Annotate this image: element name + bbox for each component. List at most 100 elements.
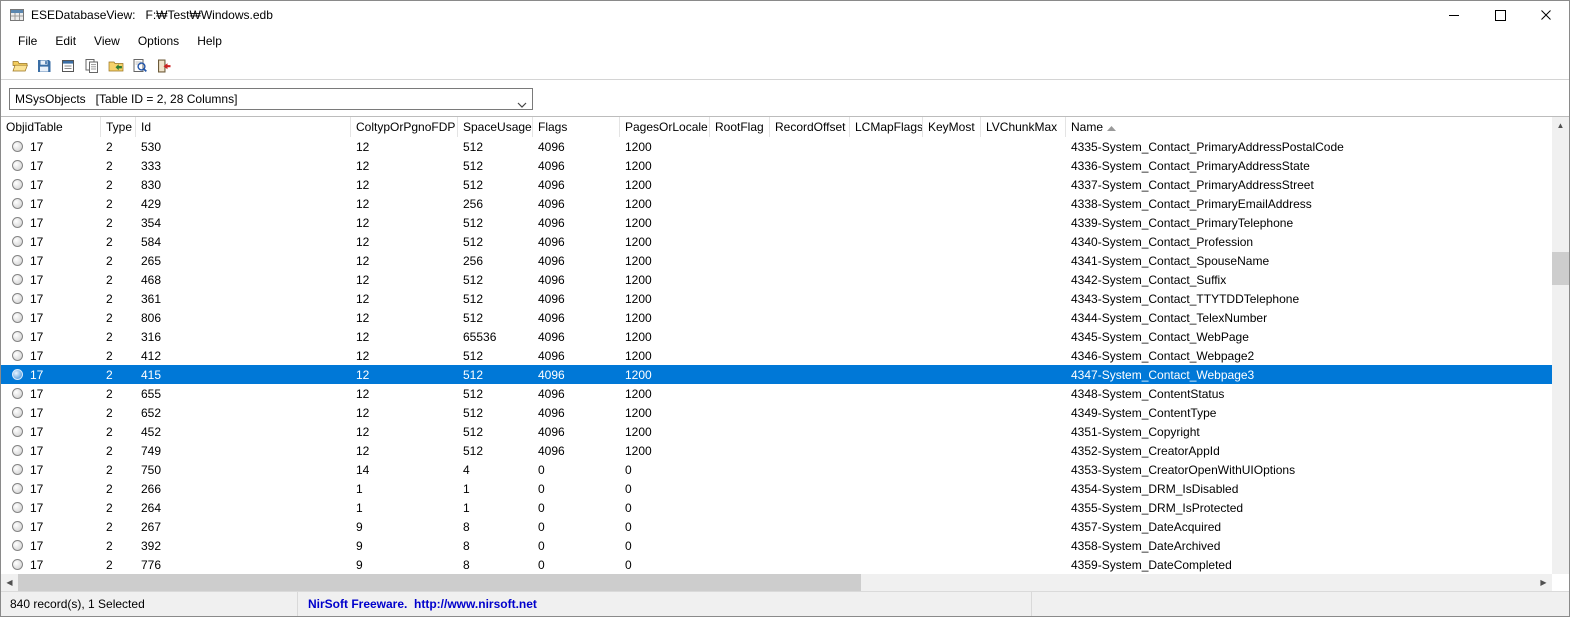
table-row[interactable]: 17 2 749 12 512 4096 1200 4352-System_CreatorAp… [1,441,1552,460]
scroll-right-icon[interactable]: ▶ [1535,574,1552,591]
column-header-type[interactable]: Type [101,117,136,137]
menu-file[interactable]: File [9,31,46,51]
table-row[interactable]: 17 2 652 12 512 4096 1200 4349-System_ContentTy… [1,403,1552,422]
cell-pagesorlocale: 0 [620,536,710,555]
cell-text: 12 [356,158,370,173]
column-header-name[interactable]: Name [1066,117,1552,137]
vertical-scrollbar-thumb[interactable] [1552,252,1569,285]
cell-keymost [923,232,981,251]
nirsoft-link[interactable]: NirSoft Freeware. http://www.nirsoft.net [308,597,537,611]
cell-text: 0 [538,500,545,515]
cell-type: 2 [101,384,136,403]
table-row[interactable]: 17 2 361 12 512 4096 1200 4343-System_Contact_T… [1,289,1552,308]
open-file-button[interactable] [8,55,31,78]
table-row[interactable]: 17 2 264 1 1 0 0 4355-System_DRM_IsProtected [1,498,1552,517]
column-header-lvchunkmax[interactable]: LVChunkMax [981,117,1066,137]
table-row[interactable]: 17 2 392 9 8 0 0 4358-System_DateArchived [1,536,1552,555]
horizontal-scrollbar-thumb[interactable] [18,574,861,591]
cell-rootflag [710,460,770,479]
cell-flags: 4096 [533,365,620,384]
table-row[interactable]: 17 2 655 12 512 4096 1200 4348-System_ContentSt… [1,384,1552,403]
column-header-pagesorlocale[interactable]: PagesOrLocale [620,117,710,137]
save-button[interactable] [32,55,55,78]
table-row[interactable]: 17 2 584 12 512 4096 1200 4340-System_Contact_P… [1,232,1552,251]
close-button[interactable] [1523,1,1569,29]
cell-flags: 4096 [533,327,620,346]
cell-spaceusage: 512 [458,232,533,251]
cell-text: 1 [356,481,363,496]
cell-text: 266 [141,481,162,496]
cell-text: 4343-System_Contact_TTYTDDTelephone [1071,291,1300,306]
column-header-lcmapflags[interactable]: LCMapFlags [850,117,923,137]
find-button[interactable] [128,55,151,78]
cell-name: 4351-System_Copyright [1066,422,1552,441]
menu-help[interactable]: Help [188,31,231,51]
cell-text: 4096 [538,215,565,230]
cell-text: 4096 [538,253,565,268]
table-row[interactable]: 17 2 468 12 512 4096 1200 4342-System_Contact_S… [1,270,1552,289]
column-header-objidtable[interactable]: ObjidTable [1,117,101,137]
column-header-recordoffset[interactable]: RecordOffset [770,117,850,137]
cell-text: 333 [141,158,162,173]
table-row[interactable]: 17 2 266 1 1 0 0 4354-System_DRM_IsDisabled [1,479,1552,498]
horizontal-scrollbar[interactable]: ◀ ▶ [1,574,1552,591]
cell-spaceusage: 512 [458,213,533,232]
column-header-flags[interactable]: Flags [533,117,620,137]
cell-text: 4357-System_DateAcquired [1071,519,1222,534]
cell-lcmapflags [850,460,923,479]
cell-type: 2 [101,498,136,517]
cell-keymost [923,137,981,156]
scroll-left-icon[interactable]: ◀ [1,574,18,591]
cell-text: 1200 [625,291,652,306]
export-button[interactable] [104,55,127,78]
cell-name: 4337-System_Contact_PrimaryAddressStreet [1066,175,1552,194]
cell-coltyporpgnofdp: 12 [351,384,458,403]
cell-recordoffset [770,498,850,517]
cell-text: 4354-System_DRM_IsDisabled [1071,481,1239,496]
table-row[interactable]: 17 2 806 12 512 4096 1200 4344-System_Contact_T… [1,308,1552,327]
table-row[interactable]: 17 2 750 14 4 0 0 4353-System_CreatorOpenWithUI… [1,460,1552,479]
table-row[interactable]: 17 2 267 9 8 0 0 4357-System_DateAcquired [1,517,1552,536]
cell-coltyporpgnofdp: 12 [351,251,458,270]
table-row[interactable]: 17 2 830 12 512 4096 1200 4337-System_Contact_P… [1,175,1552,194]
cell-recordoffset [770,460,850,479]
cell-spaceusage: 8 [458,536,533,555]
table-selector-combobox[interactable]: MSysObjects [Table ID = 2, 28 Columns] [9,88,533,110]
column-header-id[interactable]: Id [136,117,351,137]
open-folder-icon [12,61,28,72]
cell-text: 0 [538,481,545,496]
properties-button[interactable] [56,55,79,78]
table-row[interactable]: 17 2 265 12 256 4096 1200 4341-System_Contact_S… [1,251,1552,270]
vertical-scrollbar[interactable]: ▲ ▼ [1552,117,1569,574]
copy-button[interactable] [80,55,103,78]
menu-bar: File Edit View Options Help [1,29,1569,53]
minimize-button[interactable] [1431,1,1477,29]
column-header-spaceusage[interactable]: SpaceUsage [458,117,533,137]
exit-button[interactable] [152,55,175,78]
maximize-button[interactable] [1477,1,1523,29]
table-row[interactable]: 17 2 429 12 256 4096 1200 4338-System_Contact_P… [1,194,1552,213]
menu-view[interactable]: View [85,31,129,51]
record-icon [12,483,23,494]
scroll-up-icon[interactable]: ▲ [1552,117,1569,134]
cell-name: 4355-System_DRM_IsProtected [1066,498,1552,517]
table-row[interactable]: 17 2 412 12 512 4096 1200 4346-System_Contact_W… [1,346,1552,365]
menu-edit[interactable]: Edit [46,31,85,51]
cell-coltyporpgnofdp: 9 [351,536,458,555]
column-header-keymost[interactable]: KeyMost [923,117,981,137]
table-row[interactable]: 17 2 316 12 65536 4096 1200 4345-System_Contact… [1,327,1552,346]
cell-text: 17 [30,557,44,572]
column-header-coltyporpgnofdp[interactable]: ColtypOrPgnoFDP [351,117,458,137]
column-header-rootflag[interactable]: RootFlag [710,117,770,137]
cell-text: 4355-System_DRM_IsProtected [1071,500,1244,515]
menu-options[interactable]: Options [129,31,188,51]
table-row[interactable]: 17 2 333 12 512 4096 1200 4336-System_Contact_P… [1,156,1552,175]
table-row[interactable]: 17 2 354 12 512 4096 1200 4339-System_Contact_P… [1,213,1552,232]
cell-spaceusage: 512 [458,156,533,175]
table-row[interactable]: 17 2 530 12 512 4096 1200 4335-System_Contact_P… [1,137,1552,156]
table-row[interactable]: 17 2 452 12 512 4096 1200 4351-System_Copyright [1,422,1552,441]
table-row[interactable]: 17 2 776 9 8 0 0 4359-System_DateCompleted [1,555,1552,574]
table-row[interactable]: 17 2 415 12 512 4096 1200 4347-System_Contact_W… [1,365,1552,384]
cell-lvchunkmax [981,213,1066,232]
cell-id: 468 [136,270,351,289]
